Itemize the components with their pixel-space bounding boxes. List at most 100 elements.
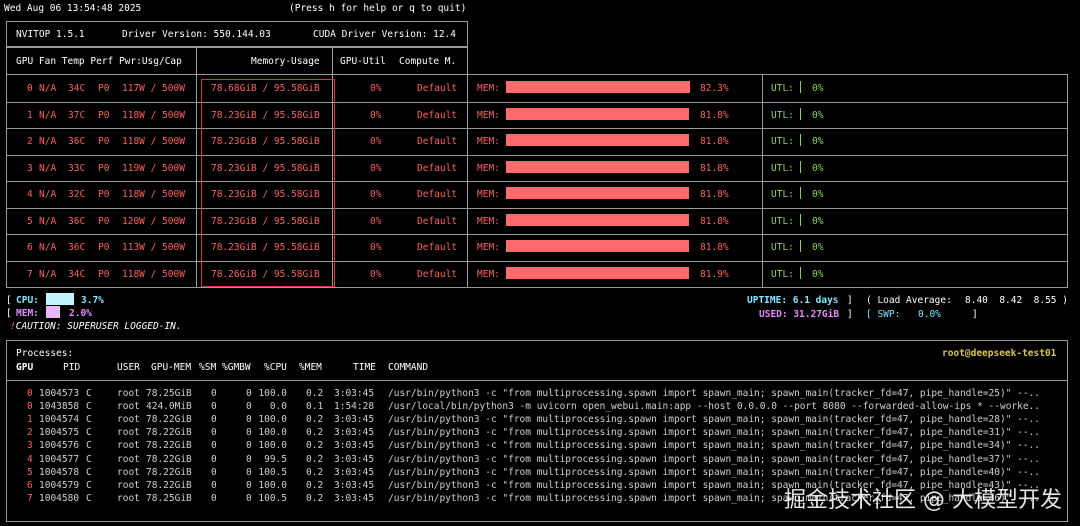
gpu-col-divider bbox=[196, 75, 197, 102]
proc-time: 3:03:45 bbox=[334, 493, 375, 504]
proc-user: root bbox=[117, 401, 140, 412]
gpu-utl-bar bbox=[800, 187, 801, 199]
proc-gpu: 3 bbox=[27, 440, 33, 451]
proc-cpu: 100.5 bbox=[258, 467, 287, 478]
gpu-fan: N/A bbox=[39, 269, 57, 280]
gpu-mem-percent: 81.8% bbox=[700, 189, 729, 200]
datetime: Wed Aug 06 13:54:48 2025 bbox=[4, 3, 142, 14]
gpu-utl-bar bbox=[800, 214, 801, 226]
proc-user: root bbox=[117, 493, 140, 504]
gpu-power: 119W / 500W bbox=[122, 163, 185, 174]
proc-time: 3:03:45 bbox=[334, 388, 375, 399]
gpu-col-divider bbox=[196, 208, 197, 235]
gpu-col-divider bbox=[467, 128, 468, 155]
gpu-col-divider bbox=[762, 208, 763, 235]
divider bbox=[332, 46, 333, 74]
cpu-bracket: [ bbox=[6, 295, 12, 306]
swap-value: 0.0% bbox=[918, 309, 941, 320]
gpu-row-divider bbox=[6, 234, 1067, 235]
proc-cpu: 100.0 bbox=[258, 427, 287, 438]
gpu-perf: P0 bbox=[98, 110, 110, 121]
proc-time: 3:03:45 bbox=[334, 414, 375, 425]
proc-gpu: 0 bbox=[27, 388, 33, 399]
col-pid: PID bbox=[63, 362, 81, 373]
gpu-mem-bar bbox=[506, 81, 690, 93]
gpu-mem-bar bbox=[506, 134, 689, 146]
proc-gpumem: 78.22GiB bbox=[146, 440, 192, 451]
gpu-row-divider bbox=[6, 181, 1067, 182]
proc-sm: 0 bbox=[211, 401, 217, 412]
proc-gmbw: 0 bbox=[246, 427, 252, 438]
gpu-perf: P0 bbox=[98, 136, 110, 147]
gpu-utl-bar bbox=[800, 161, 801, 173]
proc-command: /usr/local/bin/python3 -m uvicorn open_w… bbox=[388, 401, 1041, 412]
proc-sm: 0 bbox=[211, 480, 217, 491]
gpu-utl-label: UTL: bbox=[771, 110, 794, 121]
gpu-fan: N/A bbox=[39, 242, 57, 253]
gpu-col-divider bbox=[762, 234, 763, 261]
gpu-utl-percent: 0% bbox=[812, 189, 824, 200]
proc-gpumem: 78.22GiB bbox=[146, 480, 192, 491]
proc-user: root bbox=[117, 467, 140, 478]
gpu-id: 5 bbox=[27, 216, 33, 227]
gpu-util: 0% bbox=[370, 216, 382, 227]
gpu-temp: 37C bbox=[68, 110, 86, 121]
gpu-row-divider bbox=[6, 102, 1067, 103]
gpu-utl-label: UTL: bbox=[771, 163, 794, 174]
gpu-power: 118W / 500W bbox=[122, 189, 185, 200]
proc-sm: 0 bbox=[211, 414, 217, 425]
gpu-col-divider bbox=[762, 181, 763, 208]
gpu-fan: N/A bbox=[39, 189, 57, 200]
col-command: COMMAND bbox=[388, 362, 429, 373]
proc-user: root bbox=[117, 454, 140, 465]
gpu-perf: P0 bbox=[98, 242, 110, 253]
gpu-mem-bar bbox=[506, 187, 689, 199]
proc-type: C bbox=[86, 401, 92, 412]
gpu-mem-label: MEM: bbox=[477, 216, 500, 227]
proc-mem: 0.2 bbox=[306, 388, 324, 399]
gpu-utl-percent: 0% bbox=[812, 216, 824, 227]
uptime-bracket: ] bbox=[847, 295, 853, 306]
gpu-mem-percent: 81.9% bbox=[700, 269, 729, 280]
gpu-id: 2 bbox=[27, 136, 33, 147]
gpu-utl-percent: 0% bbox=[812, 110, 824, 121]
gpu-id: 0 bbox=[27, 83, 33, 94]
sys-mem-percent: 2.0% bbox=[69, 308, 92, 319]
gpu-perf: P0 bbox=[98, 83, 110, 94]
gpu-mem-bar bbox=[506, 214, 689, 226]
gpu-fan: N/A bbox=[39, 136, 57, 147]
proc-user: root bbox=[117, 440, 140, 451]
gpu-power: 118W / 500W bbox=[122, 110, 185, 121]
proc-command: /usr/bin/python3 -c "from multiprocessin… bbox=[388, 388, 1041, 399]
proc-user: root bbox=[117, 480, 140, 491]
gpu-temp: 34C bbox=[68, 83, 86, 94]
swap-bracket: ] bbox=[972, 309, 978, 320]
gpu-col-divider bbox=[467, 234, 468, 261]
proc-sm: 0 bbox=[211, 454, 217, 465]
load-values: 8.40 8.42 8.55 ) bbox=[965, 295, 1068, 306]
gpu-temp: 36C bbox=[68, 242, 86, 253]
gpu-id: 6 bbox=[27, 242, 33, 253]
proc-gpumem: 78.25GiB bbox=[146, 493, 192, 504]
gpu-header-mem: Memory-Usage bbox=[251, 56, 320, 67]
gpu-col-divider bbox=[762, 75, 763, 102]
col-time: TIME bbox=[353, 362, 376, 373]
proc-mem: 0.2 bbox=[306, 440, 324, 451]
watermark: 掘金技术社区 @ 大模型开发 bbox=[784, 488, 1062, 513]
proc-user: root bbox=[117, 388, 140, 399]
gpu-utl-label: UTL: bbox=[771, 83, 794, 94]
used-memory: USED: 31.27GiB bbox=[759, 309, 840, 320]
col-gpu: GPU bbox=[16, 362, 34, 373]
proc-mem: 0.2 bbox=[306, 493, 324, 504]
proc-cpu: 0.0 bbox=[269, 401, 287, 412]
gpu-utl-bar bbox=[800, 108, 801, 120]
gpu-mem-percent: 81.8% bbox=[700, 110, 729, 121]
gpu-row-divider bbox=[6, 128, 1067, 129]
divider bbox=[196, 46, 197, 74]
gpu-mem-label: MEM: bbox=[477, 189, 500, 200]
proc-user: root bbox=[117, 414, 140, 425]
sys-mem-bar bbox=[46, 306, 60, 318]
gpu-compute-mode: Default bbox=[417, 216, 458, 227]
gpu-perf: P0 bbox=[98, 163, 110, 174]
host-label: root@deepseek-test01 bbox=[942, 348, 1057, 359]
